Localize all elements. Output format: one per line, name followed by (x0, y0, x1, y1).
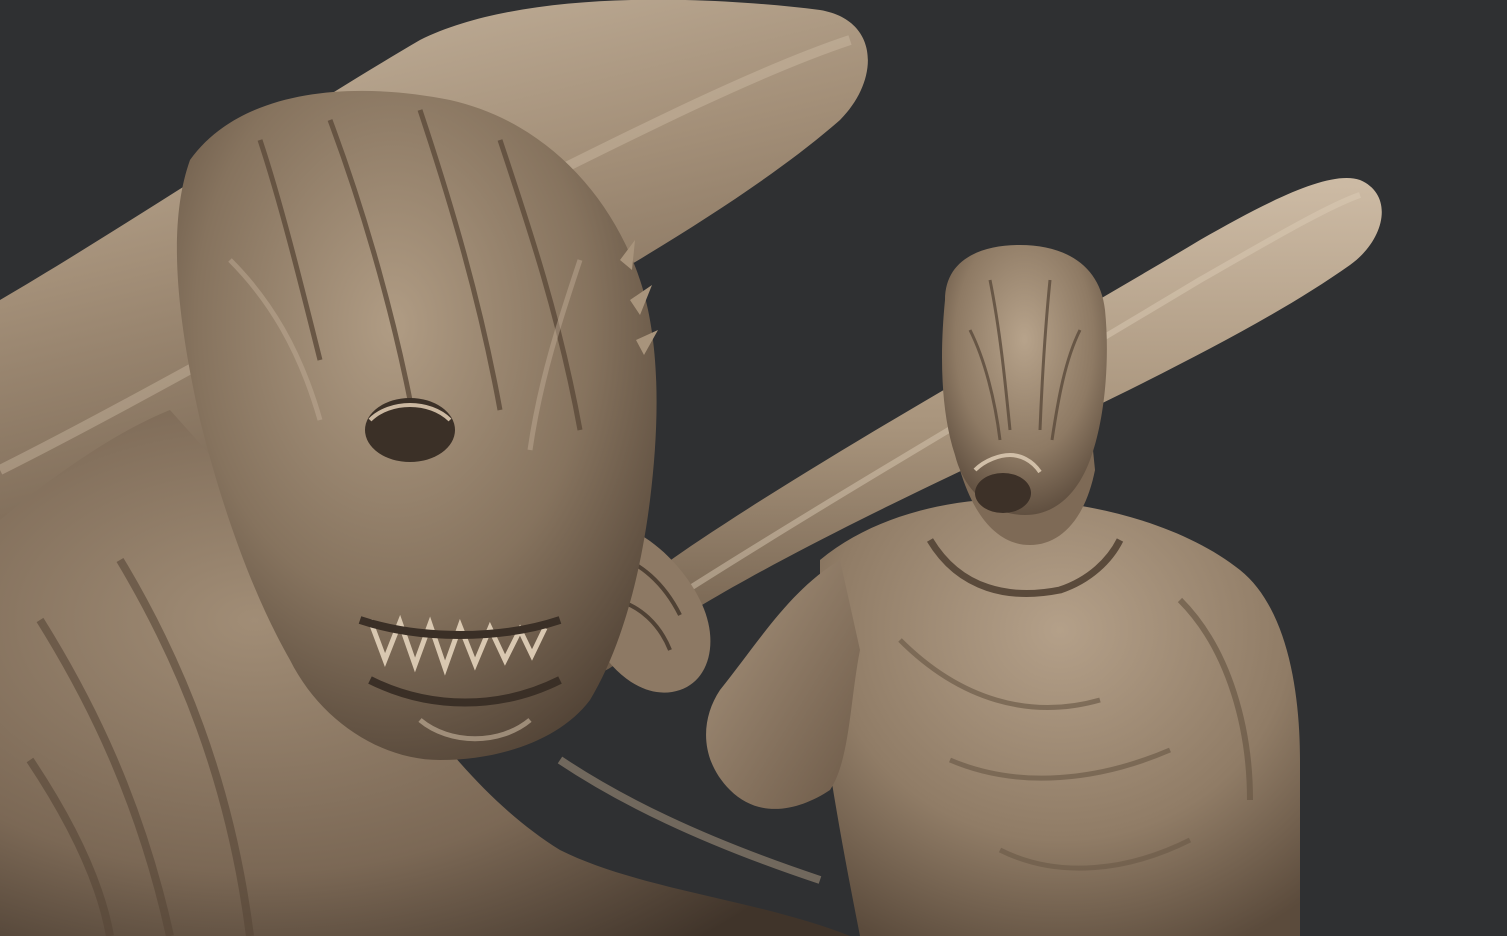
sculpt-viewport[interactable] (0, 0, 1507, 936)
sculpt-render (0, 0, 1507, 936)
